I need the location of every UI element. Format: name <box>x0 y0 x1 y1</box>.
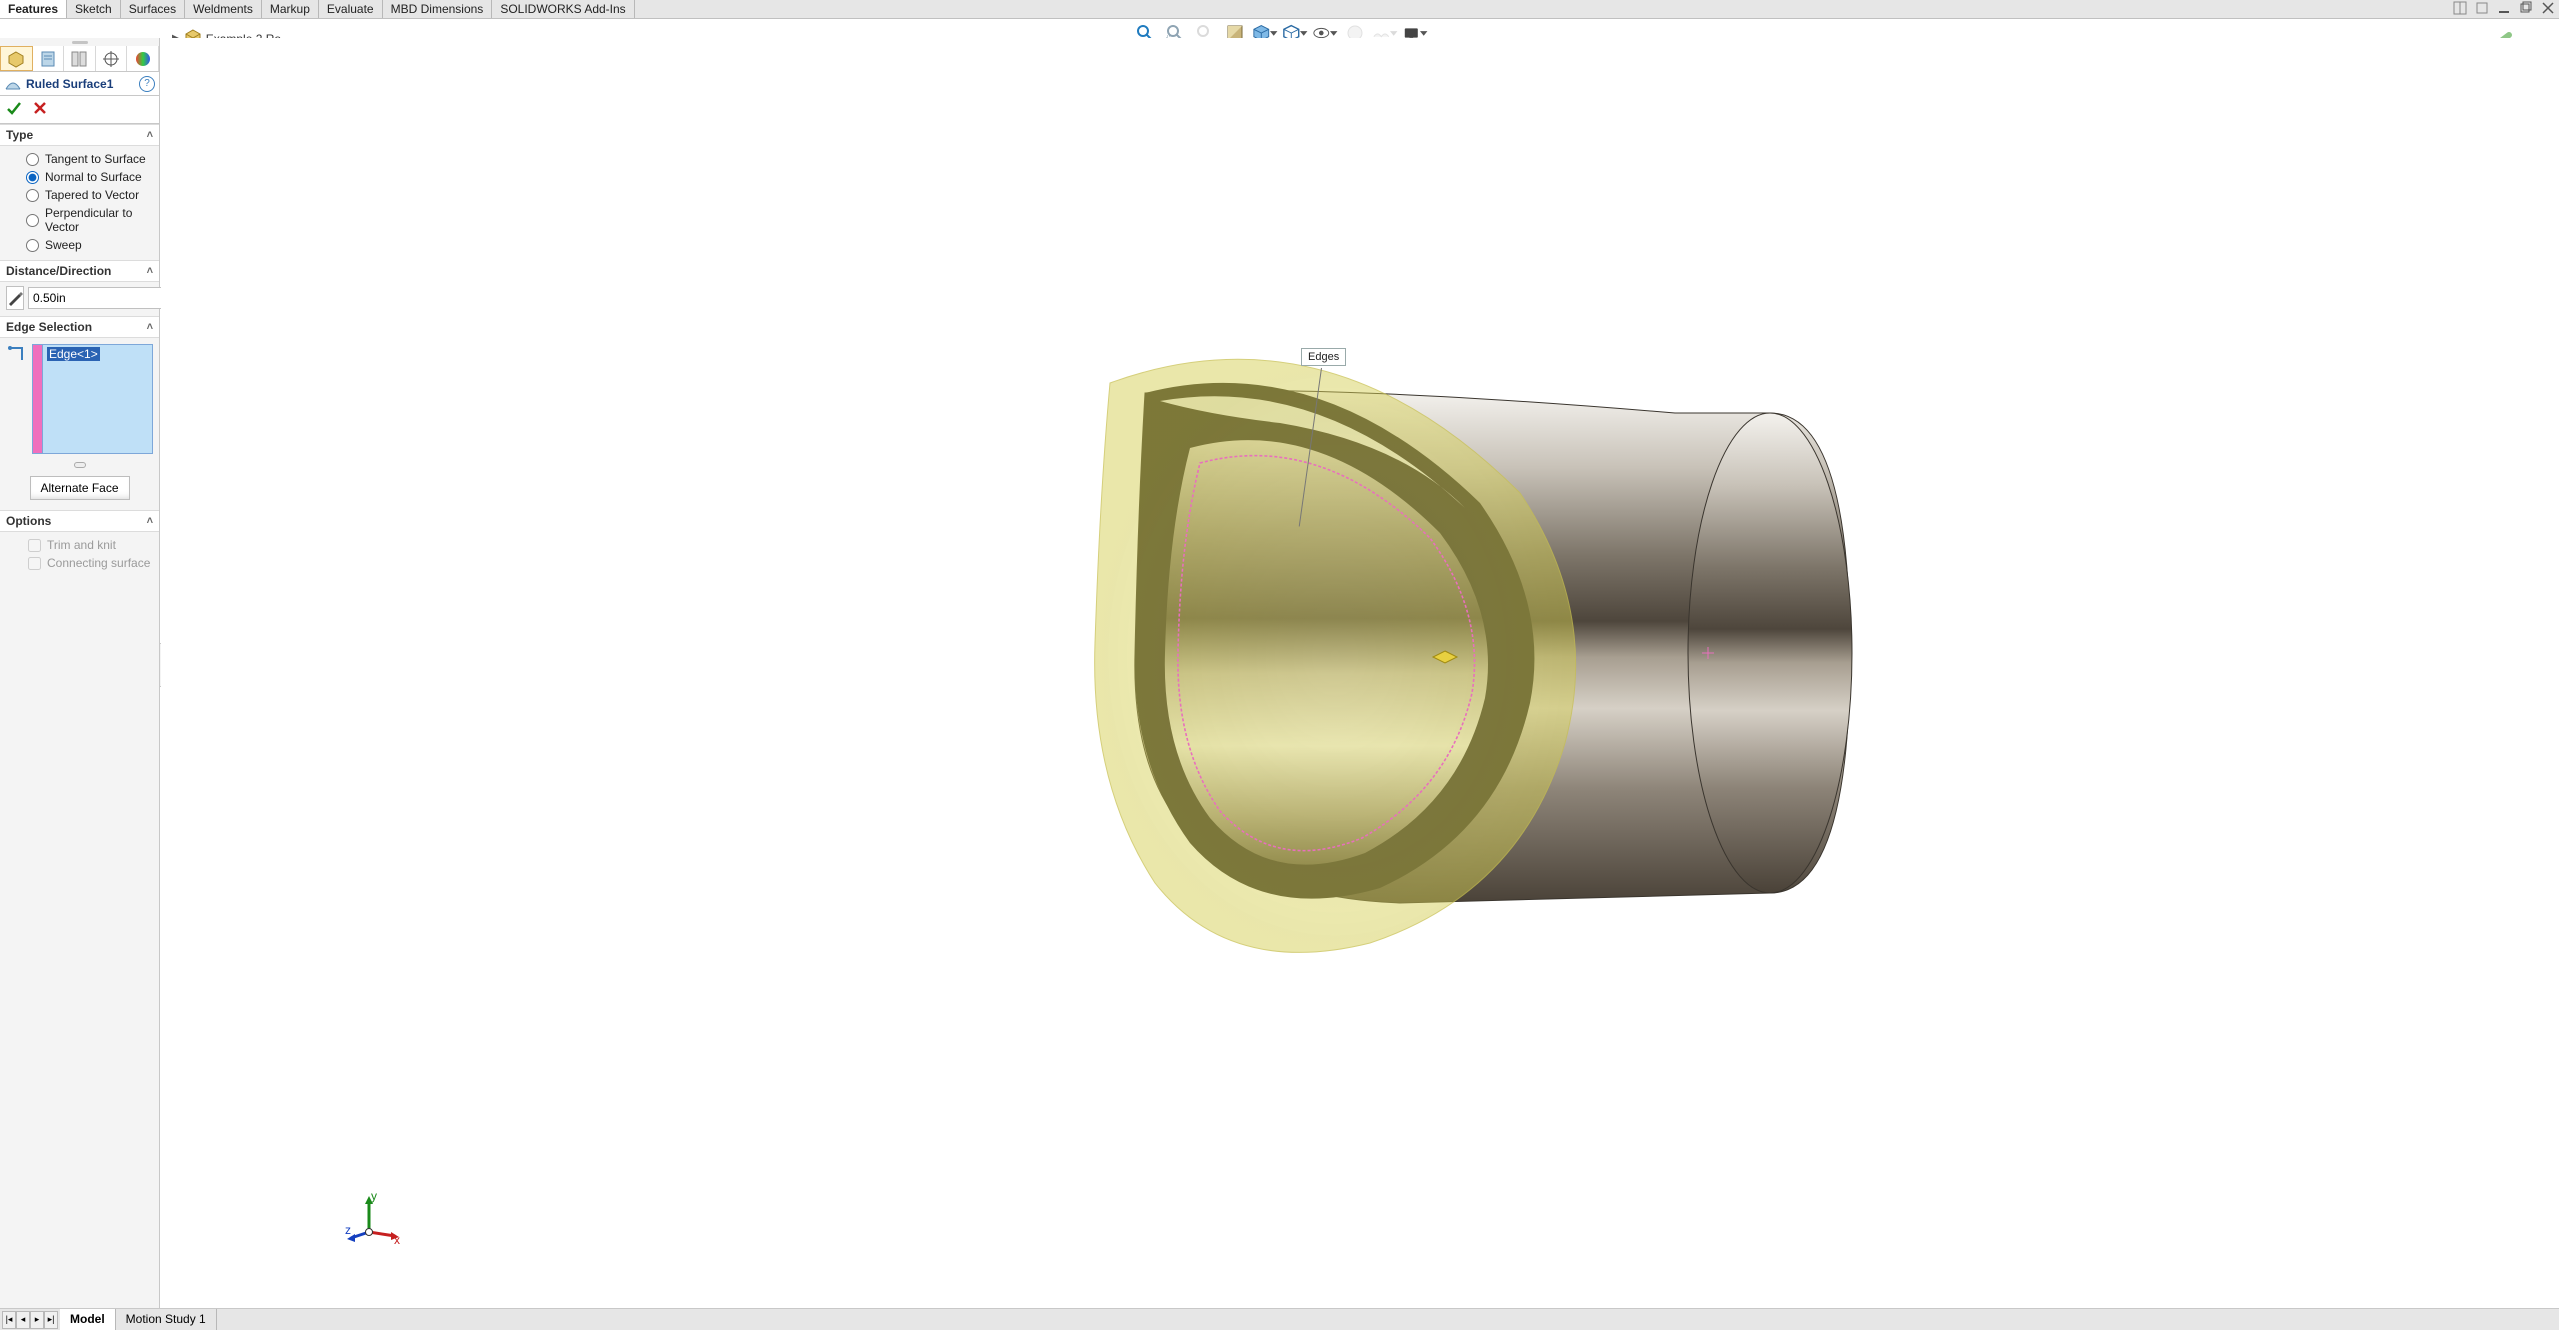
triad-y-label: y <box>371 1192 377 1203</box>
check-label: Trim and knit <box>47 538 116 552</box>
section-type-header[interactable]: Type ˄ <box>0 124 159 146</box>
check-connecting-surface[interactable]: Connecting surface <box>28 554 155 572</box>
alternate-face-button[interactable]: Alternate Face <box>30 476 130 500</box>
bottom-tabs-bar: |◂ ◂ ▸ ▸| Model Motion Study 1 <box>0 1308 2559 1330</box>
distance-direction-row: ▲ ▼ <box>0 282 159 316</box>
accept-icon[interactable] <box>6 100 22 119</box>
tab-nav-last-icon[interactable]: ▸| <box>44 1311 58 1329</box>
section-edge-selection-title: Edge Selection <box>6 320 92 334</box>
section-distance-header[interactable]: Distance/Direction ˄ <box>0 260 159 282</box>
options-group: Trim and knit Connecting surface <box>0 532 159 580</box>
window-close-icon[interactable] <box>2541 1 2555 18</box>
edges-callout[interactable]: Edges <box>1301 348 1346 366</box>
radio-label: Tangent to Surface <box>45 152 146 166</box>
radio-label: Sweep <box>45 238 82 252</box>
collapse-icon: ˄ <box>147 321 153 333</box>
triad-z-label: z <box>345 1223 351 1237</box>
bottom-tab-motion-study[interactable]: Motion Study 1 <box>116 1309 217 1330</box>
tab-weldments[interactable]: Weldments <box>185 0 262 18</box>
accept-cancel-row <box>0 96 159 124</box>
tab-nav-buttons: |◂ ◂ ▸ ▸| <box>0 1309 60 1330</box>
section-type-title: Type <box>6 128 33 142</box>
collapse-icon: ˄ <box>147 265 153 277</box>
property-manager-header: Ruled Surface1 ? <box>0 72 159 96</box>
tab-nav-prev-icon[interactable]: ◂ <box>16 1311 30 1329</box>
window-controls <box>2453 0 2559 18</box>
list-resize-handle[interactable] <box>0 460 159 470</box>
radio-tapered-to-vector[interactable]: Tapered to Vector <box>26 186 155 204</box>
edge-selection-icon[interactable] <box>6 344 26 364</box>
window-minimize-icon[interactable] <box>2497 1 2511 18</box>
section-edge-selection-header[interactable]: Edge Selection ˄ <box>0 316 159 338</box>
tab-surfaces[interactable]: Surfaces <box>121 0 185 18</box>
radio-label: Perpendicular to Vector <box>45 206 155 234</box>
property-manager-tab-icon[interactable] <box>33 46 65 71</box>
tab-nav-first-icon[interactable]: |◂ <box>2 1311 16 1329</box>
edge-selection-listbox[interactable]: Edge<1> <box>32 344 153 454</box>
model-scene <box>760 223 1960 1123</box>
radio-sweep[interactable]: Sweep <box>26 236 155 254</box>
section-distance-title: Distance/Direction <box>6 264 111 278</box>
configuration-manager-tab-icon[interactable] <box>64 46 96 71</box>
triad-x-label: x <box>394 1233 400 1247</box>
window-viewport-split-icon[interactable] <box>2453 1 2467 18</box>
property-manager: Ruled Surface1 ? Type ˄ Tangent to Surfa… <box>0 38 160 1308</box>
feature-manager-tab-icon[interactable] <box>0 46 33 71</box>
collapse-icon: ˄ <box>147 515 153 527</box>
tab-solidworks-addins[interactable]: SOLIDWORKS Add-Ins <box>492 0 634 18</box>
manager-tabs <box>0 46 159 72</box>
command-manager-tabs: Features Sketch Surfaces Weldments Marku… <box>0 0 2559 19</box>
cancel-icon[interactable] <box>32 100 48 119</box>
section-options-header[interactable]: Options ˄ <box>0 510 159 532</box>
tab-evaluate[interactable]: Evaluate <box>319 0 383 18</box>
tab-mbd-dimensions[interactable]: MBD Dimensions <box>383 0 493 18</box>
edit-distance-icon[interactable] <box>6 286 24 310</box>
dimxpert-manager-tab-icon[interactable] <box>96 46 128 71</box>
tab-markup[interactable]: Markup <box>262 0 319 18</box>
radio-normal-to-surface[interactable]: Normal to Surface <box>26 168 155 186</box>
type-radio-group: Tangent to Surface Normal to Surface Tap… <box>0 146 159 260</box>
collapse-icon: ˄ <box>147 129 153 141</box>
panel-drag-handle[interactable] <box>0 38 159 46</box>
bottom-tab-model[interactable]: Model <box>60 1309 116 1330</box>
check-trim-and-knit[interactable]: Trim and knit <box>28 536 155 554</box>
view-triad[interactable]: y x z <box>345 1192 401 1248</box>
radio-perpendicular-to-vector[interactable]: Perpendicular to Vector <box>26 204 155 236</box>
window-new-viewport-icon[interactable] <box>2475 1 2489 18</box>
edge-selection-row: Edge<1> <box>0 338 159 460</box>
section-options-title: Options <box>6 514 51 528</box>
radio-tangent-to-surface[interactable]: Tangent to Surface <box>26 150 155 168</box>
ruled-surface-icon <box>4 75 22 93</box>
window-maximize-icon[interactable] <box>2519 1 2533 18</box>
radio-label: Tapered to Vector <box>45 188 139 202</box>
tab-features[interactable]: Features <box>0 0 67 18</box>
selected-edge-item[interactable]: Edge<1> <box>47 347 100 361</box>
check-label: Connecting surface <box>47 556 150 570</box>
feature-title: Ruled Surface1 <box>26 77 139 91</box>
tab-nav-next-icon[interactable]: ▸ <box>30 1311 44 1329</box>
graphics-viewport[interactable]: Edges y x z <box>161 38 2559 1308</box>
radio-label: Normal to Surface <box>45 170 142 184</box>
help-icon[interactable]: ? <box>139 76 155 92</box>
selection-color-bar <box>32 344 42 454</box>
display-manager-tab-icon[interactable] <box>127 46 159 71</box>
tab-sketch[interactable]: Sketch <box>67 0 121 18</box>
